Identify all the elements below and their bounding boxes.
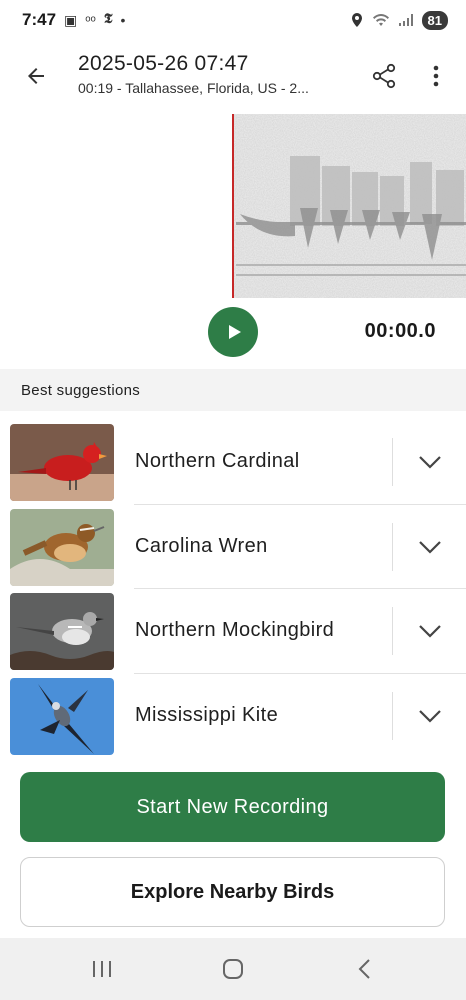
status-time: 7:47 [22,10,57,29]
bird-name: Mississippi Kite [135,703,279,726]
expand-button[interactable] [410,529,450,565]
bird-photo-mississippi-kite [10,677,114,755]
back-chevron-icon [358,959,370,979]
bird-name: Northern Cardinal [135,450,300,472]
list-item[interactable]: Carolina Wren [0,505,466,589]
recent-apps-button[interactable] [80,950,124,988]
list-item[interactable]: Northern Cardinal [0,420,466,505]
expand-button[interactable] [410,613,450,649]
chevron-down-icon [419,540,441,554]
suggestions-list: Northern Cardinal Carolina Wren Northern… [0,420,466,758]
play-icon [229,325,241,339]
chevron-down-icon [419,456,441,469]
recent-apps-icon [93,961,111,977]
bird-name: Northern Mockingbird [135,619,335,641]
bird-photo-northern-cardinal [10,424,114,501]
suggestions-header: Best suggestions [0,369,466,411]
arrow-back-icon [28,68,44,84]
system-nav-bar [0,938,466,1000]
app-bar: 2025-05-26 07:47 00:19 - Tallahassee, Fl… [0,40,466,112]
dot-icon: • [120,12,126,28]
signal-icon [398,14,413,26]
home-icon [223,959,243,979]
bird-photo-northern-mockingbird [10,593,114,670]
expand-button[interactable] [410,444,450,480]
back-button[interactable] [14,54,58,98]
location-icon [351,13,362,27]
status-bar: 7:47 ▣ ᵒᵒ 𝕿 • 81 [0,0,466,40]
chevron-down-icon [419,625,441,638]
nyt-icon: 𝕿 [103,12,113,27]
share-icon [372,63,396,89]
divider [392,438,393,486]
screenshot-icon: ▣ [64,11,78,28]
expand-button[interactable] [410,698,450,734]
divider [392,607,393,655]
recording-subtitle: 00:19 - Tallahassee, Florida, US - 2... [78,80,309,96]
list-item[interactable]: Northern Mockingbird [0,589,466,674]
divider [392,522,393,571]
more-vert-icon [433,65,439,87]
chevron-down-icon [419,709,441,723]
battery-badge: 81 [421,10,448,30]
recording-title: 2025-05-26 07:47 [78,52,249,75]
voicemail-icon: ᵒᵒ [85,12,96,28]
divider [392,691,393,740]
home-button[interactable] [211,950,255,988]
share-button[interactable] [362,54,406,98]
more-options-button[interactable] [416,54,456,98]
bird-photo-carolina-wren [10,508,114,586]
play-button[interactable] [208,307,258,357]
explore-nearby-birds-button[interactable]: Explore Nearby Birds [20,857,445,927]
playhead[interactable] [232,114,234,298]
wifi-icon [372,14,389,26]
list-item[interactable]: Mississippi Kite [0,674,466,759]
playback-time: 00:00.0 [364,320,436,342]
bird-name: Carolina Wren [135,534,268,557]
system-back-button[interactable] [342,950,386,988]
start-new-recording-button[interactable]: Start New Recording [20,772,445,842]
